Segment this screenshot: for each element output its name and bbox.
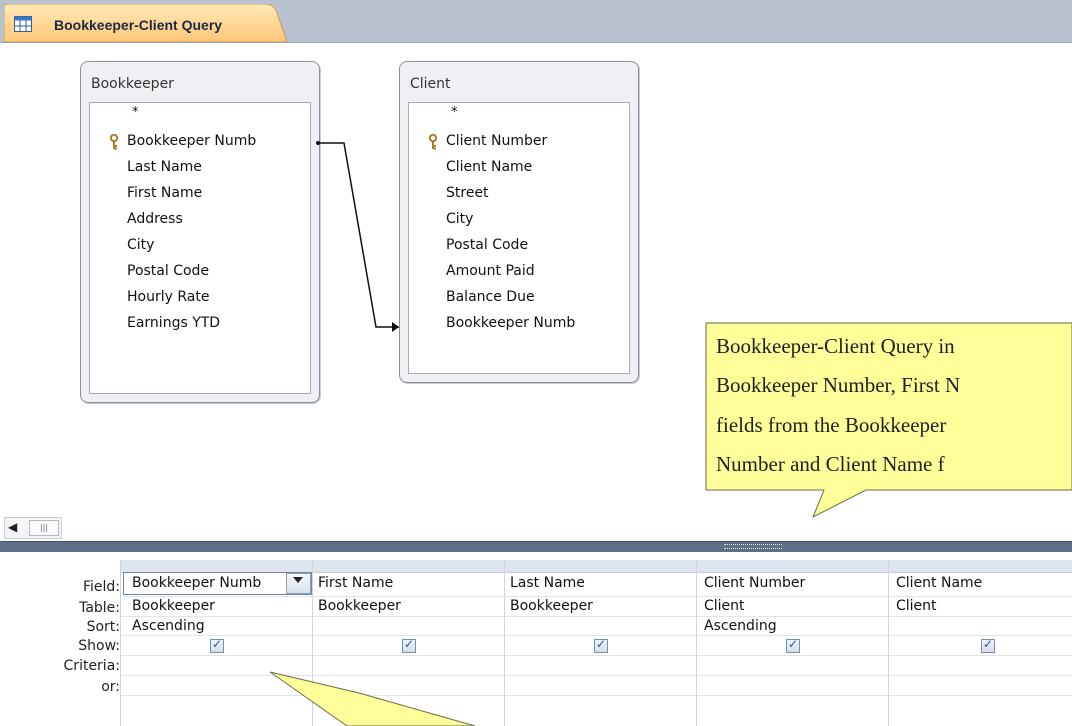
query-design-grid: Field: Table: Sort: Show: Criteria: or: … [0, 552, 1072, 726]
dropdown-arrow-icon[interactable] [286, 573, 311, 594]
grid-field-cell[interactable]: First Name [318, 575, 393, 591]
design-grid-table: Bookkeeper Numb Bookkeeper Ascending ✓ F… [120, 560, 1072, 726]
column-selector[interactable] [505, 560, 697, 573]
show-checkbox[interactable]: ✓ [402, 637, 416, 653]
callout-line: Bookkeeper Number, First N [716, 373, 961, 397]
grid-field-cell[interactable]: Client Name [896, 575, 982, 591]
grid-sort-cell[interactable]: Ascending [132, 618, 205, 634]
grid-table-cell[interactable]: Client [896, 598, 937, 614]
row-label-field: Field: [82, 579, 120, 595]
pane-splitter[interactable] [0, 541, 1072, 552]
grid-column[interactable]: Bookkeeper Numb Bookkeeper Ascending ✓ [120, 560, 313, 726]
horizontal-scrollbar[interactable]: ◀ ||| [4, 517, 62, 539]
row-label-criteria: Criteria: [63, 658, 120, 674]
grid-field-cell[interactable]: Client Number [704, 575, 805, 591]
grid-table-cell[interactable]: Bookkeeper [510, 598, 593, 614]
callout-line: Bookkeeper-Client Query in [716, 334, 955, 358]
grid-column[interactable]: Last Name Bookkeeper ✓ [504, 560, 697, 726]
grid-table-cell[interactable]: Bookkeeper [132, 598, 215, 614]
show-checkbox[interactable]: ✓ [786, 637, 800, 653]
callout-line: fields from the Bookkeeper [716, 413, 947, 437]
splitter-grip[interactable] [724, 544, 782, 549]
grid-column[interactable]: Client Name Client ✓ [888, 560, 1072, 726]
column-selector[interactable] [889, 560, 1072, 573]
row-label-table: Table: [79, 600, 120, 616]
scroll-left-arrow-icon[interactable]: ◀ [8, 520, 17, 534]
show-checkbox[interactable]: ✓ [981, 637, 995, 653]
show-checkbox[interactable]: ✓ [210, 637, 224, 653]
grid-table-cell[interactable]: Bookkeeper [318, 598, 401, 614]
grid-column[interactable]: First Name Bookkeeper ✓ [312, 560, 505, 726]
grid-field-cell[interactable]: Last Name [510, 575, 585, 591]
row-label-show: Show: [78, 638, 120, 654]
scroll-thumb[interactable]: ||| [29, 520, 59, 536]
callout-line: Number and Client Name f [716, 452, 945, 476]
column-selector[interactable] [697, 560, 889, 573]
grid-sort-cell[interactable]: Ascending [704, 618, 777, 634]
grid-table-cell[interactable]: Client [704, 598, 745, 614]
column-selector[interactable] [313, 560, 505, 573]
row-label-or: or: [101, 679, 120, 695]
grid-column[interactable]: Client Number Client Ascending ✓ [696, 560, 889, 726]
row-label-sort: Sort: [86, 619, 120, 635]
show-checkbox[interactable]: ✓ [594, 637, 608, 653]
grid-field-cell[interactable]: Bookkeeper Numb [132, 575, 282, 591]
